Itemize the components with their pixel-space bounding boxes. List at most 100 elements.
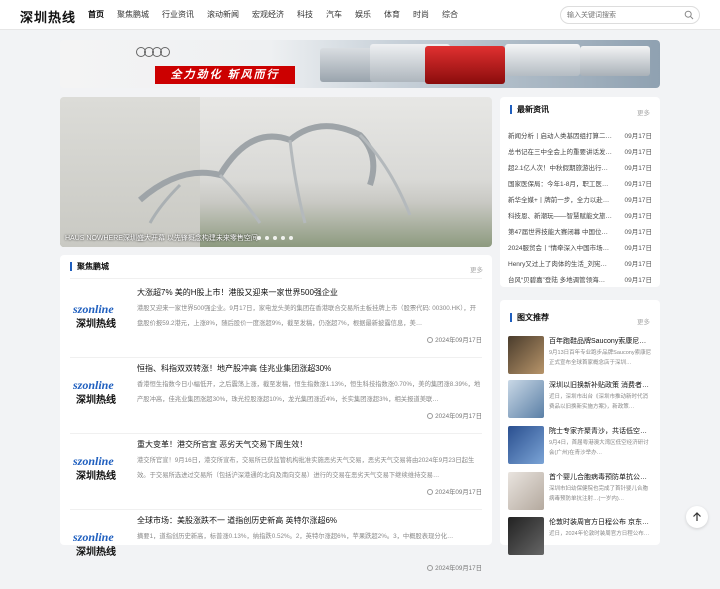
nav-item-focus[interactable]: 聚焦鹏城 <box>111 0 155 30</box>
nav-item-macro[interactable]: 宏观经济 <box>246 0 290 30</box>
picture-item[interactable]: 深圳以旧换新补贴政策 消费者… 近日，深圳市出台《深圳市推动新时代消费品以旧换新… <box>508 380 653 418</box>
news-item[interactable]: szonline 深圳热线 全球市场：美股涨跌不一 道指创历史新高 英特尔涨超6%… <box>70 513 482 589</box>
picture-thumb <box>508 517 544 555</box>
picture-title[interactable]: 百年跑鞋品牌Saucony索康尼… <box>549 336 653 346</box>
item-title[interactable]: 台风“贝碧嘉”登陆 多地调管领海… <box>508 273 612 289</box>
ad-banner[interactable]: 全力劲化 斩风而行 <box>60 40 660 88</box>
news-title[interactable]: 重大变革！港交所官宣 恶劣天气交易下周生效！ <box>137 439 307 450</box>
szonline-logo: szonline深圳热线 <box>72 302 116 330</box>
news-date: 2024年09月17日 <box>427 411 482 420</box>
item-title[interactable]: 国家医保局：今年1-8月，职工医… <box>508 177 612 193</box>
item-title[interactable]: 超2.1亿人次！中秋假期旅游出行… <box>508 161 612 177</box>
list-item[interactable]: 国家医保局：今年1-8月，职工医… 09月17日 <box>508 177 652 193</box>
picture-thumb <box>508 336 544 374</box>
clock-icon <box>427 337 434 343</box>
back-to-top-button[interactable] <box>686 506 708 528</box>
car-image <box>580 46 650 76</box>
item-title[interactable]: 总书记在三中全会上的重要讲话发… <box>508 145 612 161</box>
slider-dot[interactable] <box>273 236 277 240</box>
svg-text:深圳热线: 深圳热线 <box>76 317 116 330</box>
nav-item-ent[interactable]: 娱乐 <box>349 0 377 30</box>
slider-dot[interactable] <box>257 236 261 240</box>
nav-item-sports[interactable]: 体育 <box>378 0 406 30</box>
svg-text:深圳热线: 深圳热线 <box>76 469 116 482</box>
nav-item-fashion[interactable]: 时尚 <box>407 0 435 30</box>
search-input[interactable] <box>567 10 679 21</box>
focus-panel: 聚焦鹏城 更多 szonline 深圳热线 大涨超7% 美的H股上市！港股又迎来一… <box>60 255 492 572</box>
picture-title[interactable]: 首个婴儿合胞病毒预防单抗公… <box>549 472 653 482</box>
item-title[interactable]: 新闻分析丨启动人类基因组打算二… <box>508 129 612 145</box>
slider-dot[interactable] <box>289 236 293 240</box>
nav-item-auto[interactable]: 汽车 <box>320 0 348 30</box>
top-bar: 深圳热线 首页 聚焦鹏城 行业资讯 滚动新闻 宏观经济 科技 汽车 娱乐 体育 … <box>0 0 720 30</box>
item-title[interactable]: 科技恩、新潮玩——智慧赋能文旅… <box>508 209 612 225</box>
list-item[interactable]: 新华全媒+丨牌前一步，全力以赴… 09月17日 <box>508 193 652 209</box>
audi-logo <box>136 47 170 57</box>
svg-text:szonline: szonline <box>72 530 114 544</box>
latest-news-panel: 最新资讯 更多 新闻分析丨启动人类基因组打算二… 09月17日 总书记在三中全会上… <box>500 97 660 287</box>
divider <box>70 433 482 434</box>
item-title[interactable]: 2024服贸会丨“情牵深入中国市场… <box>508 241 612 257</box>
list-item[interactable]: 第47届世界技能大赛闭幕 中国位… 09月17日 <box>508 225 652 241</box>
picture-title[interactable]: 伦敦时装周官方日程公布 京东… <box>549 517 653 527</box>
svg-text:szonline: szonline <box>72 378 114 392</box>
list-item[interactable]: 台风“贝碧嘉”登陆 多地调管领海… 09月17日 <box>508 273 652 289</box>
hero-slider[interactable]: HAUS NOWHERE深圳盛大开幕 以先锋概念构建未来零售空间 <box>60 97 492 247</box>
site-logo[interactable]: 深圳热线 <box>20 7 76 26</box>
more-link[interactable]: 更多 <box>470 264 483 274</box>
picture-title[interactable]: 院士专家齐聚青沙，共话低空… <box>549 426 653 436</box>
nav-item-rolling[interactable]: 滚动新闻 <box>201 0 245 30</box>
news-summary: 港交所官宣！9月16日，港交所宣布，交易所已获监管机构批准实施恶劣天气交易，恶劣… <box>137 457 475 479</box>
picture-item[interactable]: 百年跑鞋品牌Saucony索康尼… 9月13日百年专业跑步品牌Saucony索康… <box>508 336 653 374</box>
divider <box>70 357 482 358</box>
list-item[interactable]: 2024服贸会丨“情牵深入中国市场… 09月17日 <box>508 241 652 257</box>
item-date: 09月17日 <box>624 197 652 204</box>
nav-item-home[interactable]: 首页 <box>82 0 110 30</box>
nav-item-industry[interactable]: 行业资讯 <box>156 0 200 30</box>
panel-title: 图文推荐 <box>510 313 549 322</box>
szonline-logo: szonline深圳热线 <box>72 530 116 558</box>
car-image <box>505 44 580 76</box>
item-title[interactable]: Henry又过上了肉体的生活_刘宪… <box>508 257 612 273</box>
more-link[interactable]: 更多 <box>637 316 650 326</box>
list-item[interactable]: 新闻分析丨启动人类基因组打算二… 09月17日 <box>508 129 652 145</box>
picture-desc: 深圳市妇幼保健院也完成了首针婴儿合胞病毒预防单抗注射…(一岁内)… <box>549 486 649 502</box>
clock-icon <box>427 413 434 419</box>
latest-list: 新闻分析丨启动人类基因组打算二… 09月17日 总书记在三中全会上的重要讲话发… 0… <box>508 129 652 289</box>
news-title[interactable]: 大涨超7% 美的H股上市！港股又迎来一家世界500强企业 <box>137 287 338 298</box>
list-item[interactable]: 总书记在三中全会上的重要讲话发… 09月17日 <box>508 145 652 161</box>
news-summary: 摘要1，道指创历史新高，标普涨0.13%，纳指跌0.52%。2，英特尔涨超6%，… <box>137 533 454 540</box>
nav-item-tech[interactable]: 科技 <box>291 0 319 30</box>
picture-item[interactable]: 院士专家齐聚青沙，共话低空… 9月4日，首届粤港澳大湾区低空经济研讨会(广州)在… <box>508 426 653 464</box>
picture-item[interactable]: 伦敦时装周官方日程公布 京东… 近日，2024年伦敦时装周官方日程公布… <box>508 517 653 555</box>
search-icon[interactable] <box>684 10 694 20</box>
list-item[interactable]: 科技恩、新潮玩——智慧赋能文旅… 09月17日 <box>508 209 652 225</box>
picture-item[interactable]: 首个婴儿合胞病毒预防单抗公… 深圳市妇幼保健院也完成了首针婴儿合胞病毒预防单抗注… <box>508 472 653 510</box>
slider-dot[interactable] <box>281 236 285 240</box>
item-date: 09月17日 <box>624 277 652 284</box>
news-summary: 香港恒生指数今日小幅低开，之后震荡上涨，截至发稿，恒生指数涨1.13%，恒生科技… <box>137 381 481 403</box>
list-item[interactable]: 超2.1亿人次！中秋假期旅游出行… 09月17日 <box>508 161 652 177</box>
more-link[interactable]: 更多 <box>637 107 650 117</box>
item-date: 09月17日 <box>624 165 652 172</box>
picture-title[interactable]: 深圳以旧换新补贴政策 消费者… <box>549 380 653 390</box>
svg-text:深圳热线: 深圳热线 <box>76 545 116 558</box>
item-title[interactable]: 新华全媒+丨牌前一步，全力以赴… <box>508 193 612 209</box>
date-text: 2024年09月17日 <box>435 413 482 420</box>
item-date: 09月17日 <box>624 245 652 252</box>
item-date: 09月17日 <box>624 261 652 268</box>
nav-item-general[interactable]: 综合 <box>436 0 464 30</box>
item-title[interactable]: 第47届世界技能大赛闭幕 中国位… <box>508 225 612 241</box>
list-item[interactable]: Henry又过上了肉体的生活_刘宪… 09月17日 <box>508 257 652 273</box>
news-item[interactable]: szonline 深圳热线 重大变革！港交所官宣 恶劣天气交易下周生效！ 港交所官… <box>70 437 482 513</box>
car-image-red <box>425 46 505 84</box>
news-title[interactable]: 恒指、科指双双转涨！地产股冲高 佳兆业集团涨超30% <box>137 363 331 374</box>
szonline-logo: szonline深圳热线 <box>72 378 116 406</box>
slider-dot[interactable] <box>265 236 269 240</box>
news-title[interactable]: 全球市场：美股涨跌不一 道指创历史新高 英特尔涨超6% <box>137 515 337 526</box>
news-date: 2024年09月17日 <box>427 563 482 572</box>
divider <box>70 509 482 510</box>
news-item[interactable]: szonline 深圳热线 恒指、科指双双转涨！地产股冲高 佳兆业集团涨超30% … <box>70 361 482 437</box>
news-item[interactable]: szonline 深圳热线 大涨超7% 美的H股上市！港股又迎来一家世界500强企… <box>70 285 482 361</box>
svg-text:szonline: szonline <box>72 302 114 316</box>
